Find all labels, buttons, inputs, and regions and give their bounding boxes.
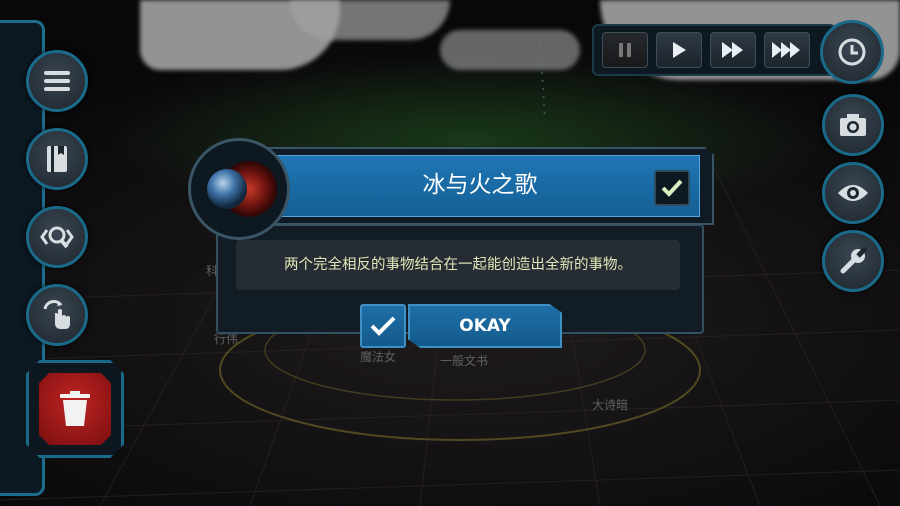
trash-icon — [60, 391, 90, 426]
fast-forward-icon — [722, 42, 743, 58]
achievement-avatar — [188, 138, 290, 240]
fastest-forward-icon — [772, 42, 800, 58]
dialog-title: 冰与火之歌 — [422, 172, 538, 198]
ice-fire-planets-icon — [207, 161, 277, 217]
clock-icon — [838, 38, 866, 66]
fastest-forward-button[interactable] — [764, 32, 810, 68]
dialog-message: 两个完全相反的事物结合在一起能创造出全新的事物。 — [236, 240, 680, 290]
speed-control-bar — [592, 24, 836, 76]
checkmark-icon — [661, 179, 683, 197]
wrench-icon — [840, 247, 867, 274]
checkmark-icon — [370, 316, 396, 336]
pause-button[interactable] — [602, 32, 648, 68]
title-checkbox — [654, 170, 690, 206]
search-icon — [40, 226, 74, 249]
search-button[interactable] — [26, 206, 88, 268]
trash-button[interactable] — [26, 360, 124, 458]
settings-button[interactable] — [822, 230, 884, 292]
hint-gesture-button[interactable] — [26, 284, 88, 346]
book-icon — [47, 146, 67, 172]
fast-forward-button[interactable] — [710, 32, 756, 68]
okay-check-button[interactable] — [360, 304, 406, 348]
okay-button[interactable]: OKAY — [408, 304, 562, 348]
encyclopedia-button[interactable] — [26, 128, 88, 190]
time-button[interactable] — [820, 20, 884, 84]
swipe-gesture-icon — [43, 300, 70, 329]
play-button[interactable] — [656, 32, 702, 68]
camera-button[interactable] — [822, 94, 884, 156]
play-icon — [673, 42, 686, 58]
menu-button[interactable] — [26, 50, 88, 112]
menu-icon — [44, 71, 70, 91]
eye-icon — [838, 185, 868, 201]
camera-icon — [840, 114, 866, 136]
trash-button-face — [39, 373, 111, 445]
view-button[interactable] — [822, 162, 884, 224]
pause-icon — [619, 43, 631, 57]
